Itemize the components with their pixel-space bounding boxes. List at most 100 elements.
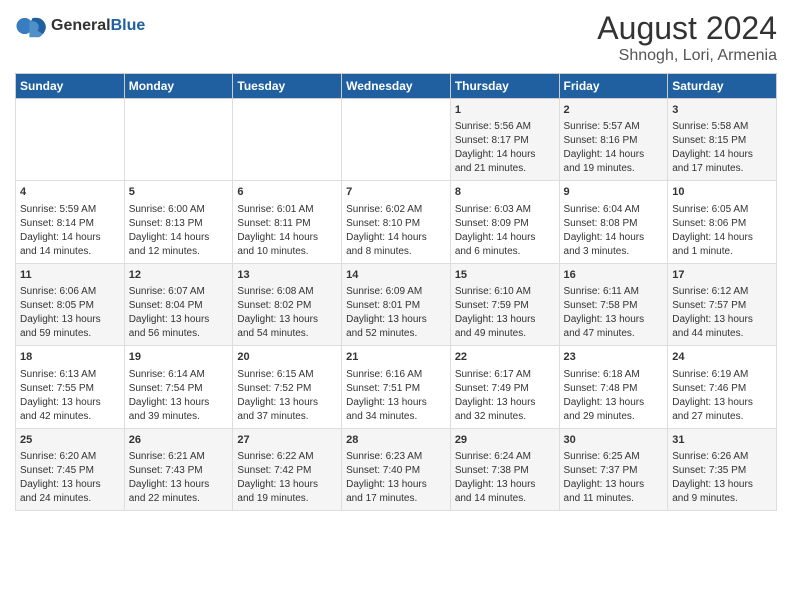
day-info: Sunrise: 6:11 AM [564,285,664,299]
day-info: Sunrise: 5:59 AM [20,203,120,217]
calendar-cell: 26Sunrise: 6:21 AMSunset: 7:43 PMDayligh… [124,428,233,510]
day-info: Sunrise: 5:57 AM [564,120,664,134]
day-info: Sunrise: 6:05 AM [672,203,772,217]
day-info: Sunrise: 6:10 AM [455,285,555,299]
day-info: Sunrise: 6:22 AM [237,450,337,464]
calendar-cell: 1Sunrise: 5:56 AMSunset: 8:17 PMDaylight… [450,99,559,181]
day-info: Daylight: 13 hours and 37 minutes. [237,396,337,424]
day-number: 22 [455,350,555,365]
calendar-cell: 2Sunrise: 5:57 AMSunset: 8:16 PMDaylight… [559,99,668,181]
calendar-cell: 16Sunrise: 6:11 AMSunset: 7:58 PMDayligh… [559,263,668,345]
day-info: Sunset: 8:15 PM [672,134,772,148]
calendar-cell: 25Sunrise: 6:20 AMSunset: 7:45 PMDayligh… [16,428,125,510]
day-info: Sunrise: 6:09 AM [346,285,446,299]
day-number: 8 [455,185,555,200]
calendar-cell: 11Sunrise: 6:06 AMSunset: 8:05 PMDayligh… [16,263,125,345]
day-number: 11 [20,268,120,283]
day-info: Sunrise: 6:21 AM [129,450,229,464]
day-info: Sunrise: 6:16 AM [346,368,446,382]
day-number: 6 [237,185,337,200]
day-info: Sunrise: 6:14 AM [129,368,229,382]
day-info: Sunset: 8:14 PM [20,217,120,231]
day-info: Daylight: 13 hours and 34 minutes. [346,396,446,424]
page-subtitle: Shnogh, Lori, Armenia [597,47,777,65]
calendar-cell: 10Sunrise: 6:05 AMSunset: 8:06 PMDayligh… [668,181,777,263]
logo-text: GeneralBlue [51,17,145,35]
calendar-cell: 3 Sunrise: 5:58 AMSunset: 8:15 PMDaylight… [668,99,777,181]
calendar-cell: 27Sunrise: 6:22 AMSunset: 7:42 PMDayligh… [233,428,342,510]
day-info: Sunset: 7:49 PM [455,382,555,396]
day-info: Daylight: 14 hours and 21 minutes. [455,148,555,176]
day-info: Sunrise: 5:56 AM [455,120,555,134]
day-number: 20 [237,350,337,365]
logo: GeneralBlue [15,10,145,42]
day-number: 14 [346,268,446,283]
week-row-1: 1Sunrise: 5:56 AMSunset: 8:17 PMDaylight… [16,99,777,181]
day-info: Sunset: 7:40 PM [346,464,446,478]
weekday-header-saturday: Saturday [668,74,777,99]
day-info: Daylight: 14 hours and 12 minutes. [129,231,229,259]
logo-general: General [51,17,111,34]
calendar-cell: 12Sunrise: 6:07 AMSunset: 8:04 PMDayligh… [124,263,233,345]
calendar-cell: 4Sunrise: 5:59 AMSunset: 8:14 PMDaylight… [16,181,125,263]
calendar-cell: 14Sunrise: 6:09 AMSunset: 8:01 PMDayligh… [342,263,451,345]
day-number: 16 [564,268,664,283]
day-info: Sunrise: 5:58 AM [672,120,772,134]
day-info: Sunset: 8:13 PM [129,217,229,231]
day-info: Daylight: 14 hours and 3 minutes. [564,231,664,259]
day-info: Daylight: 14 hours and 10 minutes. [237,231,337,259]
day-info: Sunset: 7:38 PM [455,464,555,478]
weekday-header-monday: Monday [124,74,233,99]
day-info: Sunset: 8:17 PM [455,134,555,148]
day-info: Sunrise: 6:03 AM [455,203,555,217]
day-info: Daylight: 13 hours and 54 minutes. [237,313,337,341]
calendar-cell: 29Sunrise: 6:24 AMSunset: 7:38 PMDayligh… [450,428,559,510]
weekday-header-row: SundayMondayTuesdayWednesdayThursdayFrid… [16,74,777,99]
day-info: Sunset: 8:06 PM [672,217,772,231]
day-info: Sunset: 8:11 PM [237,217,337,231]
day-number: 29 [455,433,555,448]
week-row-4: 18Sunrise: 6:13 AMSunset: 7:55 PMDayligh… [16,346,777,428]
weekday-header-thursday: Thursday [450,74,559,99]
day-info: Sunset: 7:59 PM [455,299,555,313]
day-info: Sunset: 8:05 PM [20,299,120,313]
calendar-cell: 31Sunrise: 6:26 AMSunset: 7:35 PMDayligh… [668,428,777,510]
day-info: Daylight: 13 hours and 24 minutes. [20,478,120,506]
day-info: Sunrise: 6:23 AM [346,450,446,464]
day-number: 7 [346,185,446,200]
day-info: Daylight: 14 hours and 19 minutes. [564,148,664,176]
day-info: Daylight: 13 hours and 44 minutes. [672,313,772,341]
day-number: 17 [672,268,772,283]
day-info: Sunset: 7:54 PM [129,382,229,396]
weekday-header-wednesday: Wednesday [342,74,451,99]
day-info: Sunrise: 6:15 AM [237,368,337,382]
day-number: 31 [672,433,772,448]
weekday-header-friday: Friday [559,74,668,99]
day-info: Daylight: 13 hours and 11 minutes. [564,478,664,506]
day-info: Sunrise: 6:08 AM [237,285,337,299]
day-number: 30 [564,433,664,448]
day-number: 5 [129,185,229,200]
day-info: Sunset: 8:08 PM [564,217,664,231]
calendar-cell: 13Sunrise: 6:08 AMSunset: 8:02 PMDayligh… [233,263,342,345]
logo-blue: Blue [111,17,146,34]
day-info: Sunset: 7:43 PM [129,464,229,478]
day-info: Sunset: 7:35 PM [672,464,772,478]
calendar-cell: 9Sunrise: 6:04 AMSunset: 8:08 PMDaylight… [559,181,668,263]
calendar-cell: 6Sunrise: 6:01 AMSunset: 8:11 PMDaylight… [233,181,342,263]
calendar-cell: 20Sunrise: 6:15 AMSunset: 7:52 PMDayligh… [233,346,342,428]
day-number: 3 [672,103,772,118]
calendar-cell [16,99,125,181]
day-info: Daylight: 14 hours and 17 minutes. [672,148,772,176]
calendar-cell: 23Sunrise: 6:18 AMSunset: 7:48 PMDayligh… [559,346,668,428]
day-info: Sunrise: 6:00 AM [129,203,229,217]
day-info: Sunset: 7:58 PM [564,299,664,313]
day-number: 12 [129,268,229,283]
day-info: Sunset: 8:01 PM [346,299,446,313]
day-info: Sunrise: 6:19 AM [672,368,772,382]
calendar-cell: 24Sunrise: 6:19 AMSunset: 7:46 PMDayligh… [668,346,777,428]
day-info: Sunset: 8:02 PM [237,299,337,313]
calendar-cell: 17Sunrise: 6:12 AMSunset: 7:57 PMDayligh… [668,263,777,345]
day-info: Sunset: 7:42 PM [237,464,337,478]
day-info: Daylight: 13 hours and 39 minutes. [129,396,229,424]
